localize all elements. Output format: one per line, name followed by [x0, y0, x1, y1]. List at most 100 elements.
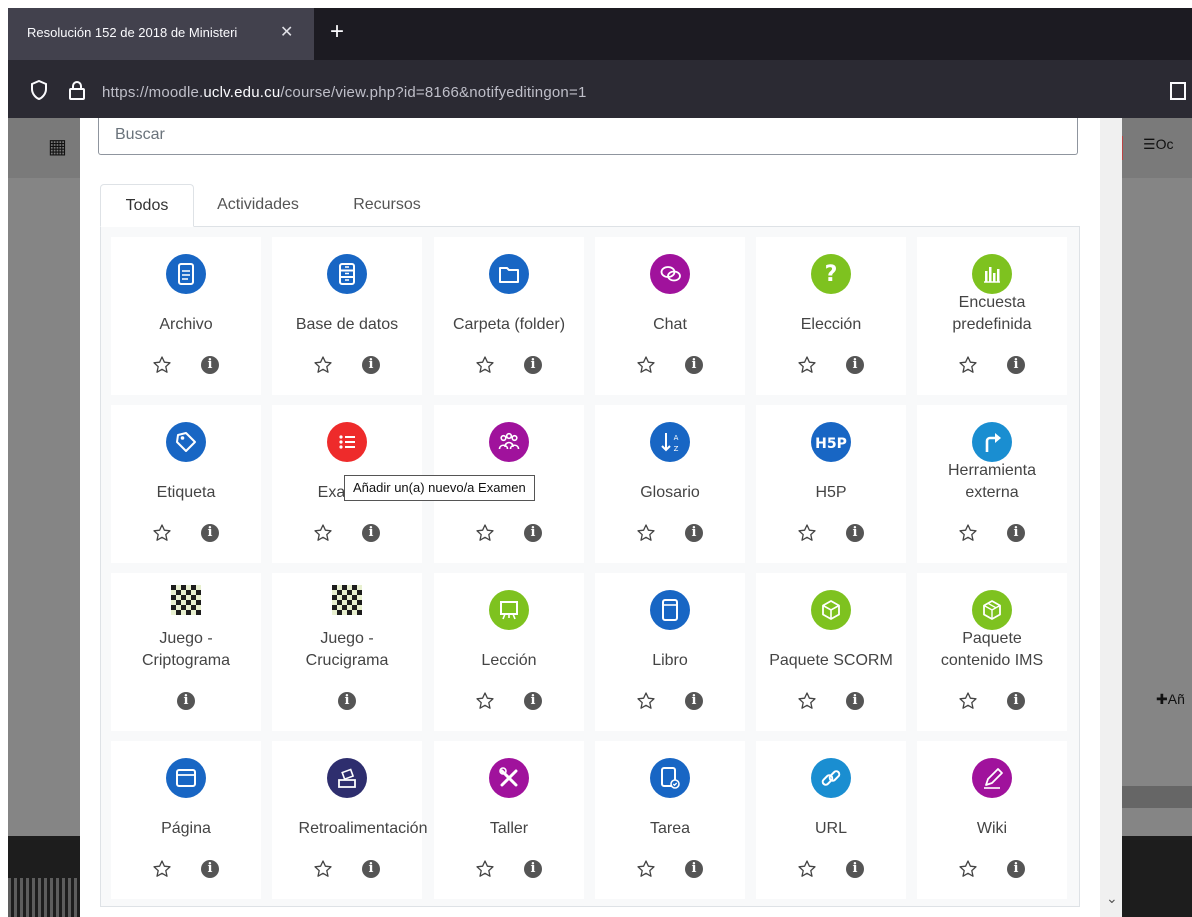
- star-icon[interactable]: [636, 859, 656, 879]
- shield-icon[interactable]: [30, 80, 48, 100]
- star-icon[interactable]: [797, 859, 817, 879]
- activity-card[interactable]: URL i: [756, 741, 906, 899]
- tab-recursos[interactable]: Recursos: [332, 184, 442, 226]
- browser-tab[interactable]: Resolución 152 de 2018 de Ministeri ✕: [8, 8, 314, 60]
- star-icon[interactable]: [636, 523, 656, 543]
- info-icon[interactable]: i: [201, 524, 219, 542]
- info-icon[interactable]: i: [846, 860, 864, 878]
- h5p-logo-icon: H5P: [811, 422, 851, 462]
- info-icon[interactable]: i: [685, 356, 703, 374]
- activity-card[interactable]: Paquete contenido IMS i: [917, 573, 1067, 731]
- activity-card[interactable]: Juego - Criptograma i: [111, 573, 261, 731]
- activity-card[interactable]: Retroalimentación i: [272, 741, 427, 899]
- page-icon: [166, 758, 206, 798]
- info-icon[interactable]: i: [524, 524, 542, 542]
- info-icon[interactable]: i: [362, 356, 380, 374]
- info-icon[interactable]: i: [685, 692, 703, 710]
- activity-card[interactable]: Tarea i: [595, 741, 745, 899]
- browser-nav-bar: https://moodle.uclv.edu.cu/course/view.p…: [8, 60, 1192, 118]
- reader-view-icon[interactable]: [1170, 82, 1186, 100]
- scroll-down-icon[interactable]: ⌄: [1106, 890, 1118, 907]
- activity-card[interactable]: Archivo i: [111, 237, 261, 395]
- activity-card[interactable]: Lección i: [434, 573, 584, 731]
- activity-card[interactable]: Base de datos i: [272, 237, 422, 395]
- info-icon[interactable]: i: [846, 524, 864, 542]
- assignment-icon: [650, 758, 690, 798]
- star-icon[interactable]: [958, 523, 978, 543]
- activity-name: Encuesta predefinida: [952, 294, 1032, 333]
- link-icon: [811, 758, 851, 798]
- star-icon[interactable]: [313, 355, 333, 375]
- activity-card[interactable]: Chat i: [595, 237, 745, 395]
- star-icon[interactable]: [475, 523, 495, 543]
- new-tab-button[interactable]: +: [330, 18, 344, 46]
- activity-card[interactable]: Juego - Crucigrama i: [272, 573, 422, 731]
- workshop-tools-icon: [489, 758, 529, 798]
- info-icon[interactable]: i: [1007, 524, 1025, 542]
- survey-chart-icon: [972, 254, 1012, 294]
- star-icon[interactable]: [152, 859, 172, 879]
- url-bar[interactable]: https://moodle.uclv.edu.cu/course/view.p…: [102, 84, 586, 101]
- svg-text:H5P: H5P: [815, 436, 847, 452]
- activity-card[interactable]: Wiki i: [917, 741, 1067, 899]
- star-icon[interactable]: [152, 355, 172, 375]
- activity-card[interactable]: Libro i: [595, 573, 745, 731]
- star-icon[interactable]: [636, 691, 656, 711]
- star-icon[interactable]: [797, 523, 817, 543]
- activity-card[interactable]: Etiqueta i: [111, 405, 261, 563]
- info-icon[interactable]: i: [1007, 356, 1025, 374]
- backdrop-add-label: Añ: [1167, 691, 1185, 707]
- activity-card[interactable]: H5P H5P i: [756, 405, 906, 563]
- scorm-package-icon: [811, 590, 851, 630]
- info-icon[interactable]: i: [524, 692, 542, 710]
- star-icon[interactable]: [475, 691, 495, 711]
- info-icon[interactable]: i: [685, 860, 703, 878]
- info-icon[interactable]: i: [362, 524, 380, 542]
- activity-card[interactable]: ? Elección i: [756, 237, 906, 395]
- folder-icon: [489, 254, 529, 294]
- tab-actividades[interactable]: Actividades: [198, 184, 318, 226]
- activity-card[interactable]: Herramienta externa i: [917, 405, 1067, 563]
- chat-icon: [650, 254, 690, 294]
- info-icon[interactable]: i: [846, 356, 864, 374]
- close-tab-icon[interactable]: ✕: [280, 22, 293, 42]
- activity-card[interactable]: Paquete SCORM i: [756, 573, 906, 731]
- scrollbar[interactable]: [1100, 118, 1122, 917]
- star-icon[interactable]: [797, 355, 817, 375]
- info-icon[interactable]: i: [201, 860, 219, 878]
- activity-card[interactable]: A Z Glosario i: [595, 405, 745, 563]
- activity-name: Base de datos: [295, 316, 399, 333]
- ims-package-icon: [972, 590, 1012, 630]
- info-icon[interactable]: i: [524, 860, 542, 878]
- search-box: [98, 118, 1078, 155]
- star-icon[interactable]: [636, 355, 656, 375]
- info-icon[interactable]: i: [338, 692, 356, 710]
- activity-card[interactable]: Carpeta (folder) i: [434, 237, 584, 395]
- activity-card[interactable]: Página i: [111, 741, 261, 899]
- info-icon[interactable]: i: [1007, 860, 1025, 878]
- activity-grid: Archivo i Base de datos i Carpeta (folder) i C…: [100, 227, 1080, 907]
- search-input[interactable]: [99, 118, 1077, 153]
- svg-text:A: A: [674, 434, 679, 442]
- activity-card[interactable]: Encuesta predefinida i: [917, 237, 1067, 395]
- star-icon[interactable]: [958, 691, 978, 711]
- activity-name: Lección: [481, 652, 537, 669]
- info-icon[interactable]: i: [362, 860, 380, 878]
- tab-todos[interactable]: Todos: [100, 184, 194, 227]
- star-icon[interactable]: [152, 523, 172, 543]
- info-icon[interactable]: i: [685, 524, 703, 542]
- info-icon[interactable]: i: [524, 356, 542, 374]
- star-icon[interactable]: [313, 859, 333, 879]
- info-icon[interactable]: i: [1007, 692, 1025, 710]
- info-icon[interactable]: i: [846, 692, 864, 710]
- info-icon[interactable]: i: [177, 692, 195, 710]
- star-icon[interactable]: [958, 355, 978, 375]
- info-icon[interactable]: i: [201, 356, 219, 374]
- star-icon[interactable]: [797, 691, 817, 711]
- star-icon[interactable]: [313, 523, 333, 543]
- star-icon[interactable]: [475, 859, 495, 879]
- star-icon[interactable]: [958, 859, 978, 879]
- lock-icon[interactable]: [68, 80, 86, 100]
- star-icon[interactable]: [475, 355, 495, 375]
- activity-card[interactable]: Taller i: [434, 741, 584, 899]
